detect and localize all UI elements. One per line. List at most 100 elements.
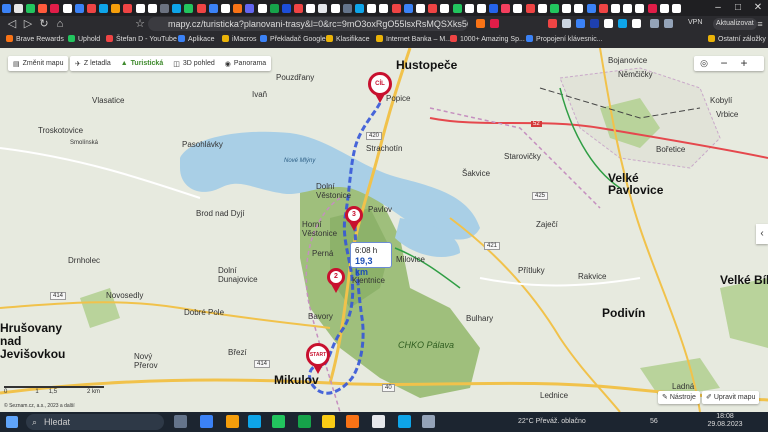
browser-tab[interactable] bbox=[184, 3, 194, 13]
browser-tab[interactable] bbox=[1, 3, 11, 13]
app-icon[interactable] bbox=[298, 415, 311, 428]
chrome-icon[interactable] bbox=[322, 415, 335, 428]
browser-tab[interactable] bbox=[220, 3, 230, 13]
bookmark-icon[interactable]: ☆ bbox=[132, 16, 148, 32]
browser-tab[interactable] bbox=[403, 3, 413, 13]
taskbar-search[interactable]: ⌕ Hledat bbox=[26, 414, 164, 430]
reload-icon[interactable]: ↻ bbox=[36, 16, 52, 32]
browser-tab[interactable] bbox=[135, 3, 145, 13]
locate-icon[interactable]: ◎ bbox=[694, 56, 714, 71]
browser-tab[interactable] bbox=[537, 3, 547, 13]
brave-shield-icon[interactable] bbox=[476, 19, 485, 28]
browser-tab[interactable] bbox=[635, 3, 645, 13]
panorama-button[interactable]: ◉ Panorama bbox=[220, 56, 271, 71]
bookmark-item[interactable]: iMacros bbox=[222, 32, 257, 48]
app-icon[interactable] bbox=[248, 415, 261, 428]
app-icon[interactable] bbox=[226, 415, 239, 428]
brave-icon[interactable] bbox=[346, 415, 359, 428]
browser-tab[interactable] bbox=[62, 3, 72, 13]
forward-icon[interactable]: ▷ bbox=[20, 16, 36, 32]
browser-tab[interactable] bbox=[391, 3, 401, 13]
browser-tab[interactable] bbox=[355, 3, 365, 13]
bookmark-item[interactable]: Štefan D - YouTube bbox=[106, 32, 177, 48]
browser-tab[interactable] bbox=[476, 3, 486, 13]
browser-tab[interactable] bbox=[513, 3, 523, 13]
browser-tab[interactable] bbox=[172, 3, 182, 13]
3d-view-button[interactable]: ◫ 3D pohled bbox=[168, 56, 220, 71]
edit-map-button[interactable]: ✐ Upravit mapu bbox=[702, 391, 760, 404]
change-map-button[interactable]: ▤ Změnit mapu bbox=[8, 56, 69, 71]
home-icon[interactable]: ⌂ bbox=[52, 16, 68, 32]
route-info-bubble[interactable]: 6:08 h 19,3 km bbox=[350, 242, 392, 277]
map-canvas[interactable]: Pouzdřany Popice Strachotín Šakvice Star… bbox=[0, 48, 768, 412]
browser-tab[interactable] bbox=[111, 3, 121, 13]
extension-icon[interactable] bbox=[576, 19, 585, 28]
minimize-button[interactable]: – bbox=[708, 0, 728, 16]
bookmark-item[interactable]: Aplikace bbox=[178, 32, 214, 48]
menu-icon[interactable]: ≡ bbox=[752, 16, 768, 32]
browser-tab[interactable] bbox=[647, 3, 657, 13]
extension-icon[interactable] bbox=[590, 19, 599, 28]
browser-tab[interactable] bbox=[74, 3, 84, 13]
tourist-map-button[interactable]: ▲ Turistická bbox=[116, 56, 169, 71]
browser-tab[interactable] bbox=[13, 3, 23, 13]
browser-tab[interactable] bbox=[598, 3, 608, 13]
browser-tab[interactable] bbox=[501, 3, 511, 13]
browser-tab[interactable] bbox=[330, 3, 340, 13]
browser-tab[interactable] bbox=[233, 3, 243, 13]
bookmark-item[interactable]: 1000+ Amazing Sp... bbox=[450, 32, 525, 48]
extension-icon[interactable] bbox=[618, 19, 627, 28]
browser-tab[interactable] bbox=[99, 3, 109, 13]
browser-tab[interactable] bbox=[415, 3, 425, 13]
browser-tab[interactable] bbox=[440, 3, 450, 13]
finish-pin[interactable]: CÍL bbox=[368, 72, 392, 103]
zoom-in-button[interactable]: + bbox=[734, 56, 754, 71]
wallet-icon[interactable] bbox=[664, 19, 673, 28]
browser-tab[interactable] bbox=[281, 3, 291, 13]
brave-rewards-icon[interactable] bbox=[490, 19, 499, 28]
close-window-button[interactable]: ✕ bbox=[748, 0, 768, 16]
app-icon[interactable] bbox=[272, 415, 285, 428]
browser-tab[interactable] bbox=[671, 3, 681, 13]
browser-tab[interactable] bbox=[50, 3, 60, 13]
browser-tab[interactable] bbox=[306, 3, 316, 13]
start-icon[interactable] bbox=[6, 416, 18, 428]
browser-tab[interactable] bbox=[464, 3, 474, 13]
update-button[interactable]: Aktualizovat bbox=[713, 18, 757, 30]
browser-tab[interactable] bbox=[123, 3, 133, 13]
browser-tab[interactable] bbox=[623, 3, 633, 13]
maximize-button[interactable]: □ bbox=[728, 0, 748, 16]
browser-tab[interactable] bbox=[318, 3, 328, 13]
browser-tab[interactable] bbox=[428, 3, 438, 13]
other-bookmarks[interactable]: Ostatní záložky bbox=[708, 32, 766, 48]
browser-tab[interactable] bbox=[342, 3, 352, 13]
browser-tab[interactable] bbox=[452, 3, 462, 13]
browser-tab[interactable] bbox=[610, 3, 620, 13]
browser-tab[interactable] bbox=[550, 3, 560, 13]
browser-tab[interactable] bbox=[562, 3, 572, 13]
browser-tab[interactable] bbox=[245, 3, 255, 13]
tray-badge[interactable]: 56 bbox=[650, 412, 658, 432]
browser-tab[interactable] bbox=[257, 3, 267, 13]
waypoint-pin-3[interactable]: 3 bbox=[345, 206, 363, 231]
browser-tab[interactable] bbox=[38, 3, 48, 13]
app-icon[interactable] bbox=[422, 415, 435, 428]
zoom-out-button[interactable]: − bbox=[714, 56, 734, 71]
app-icon[interactable] bbox=[372, 415, 385, 428]
waypoint-pin-2[interactable]: 2 bbox=[327, 268, 345, 293]
task-view-icon[interactable] bbox=[174, 415, 187, 428]
aerial-map-button[interactable]: ✈ Z letadla bbox=[70, 56, 116, 71]
browser-tab[interactable] bbox=[25, 3, 35, 13]
vpn-button[interactable]: VPN bbox=[688, 19, 702, 26]
browser-tab[interactable] bbox=[489, 3, 499, 13]
bookmark-item[interactable]: Klasifikace bbox=[326, 32, 369, 48]
bookmark-item[interactable]: Brave Rewards bbox=[6, 32, 64, 48]
clock[interactable]: 18:08 29.08.2023 bbox=[706, 413, 744, 429]
tools-button[interactable]: ✎ Nástroje bbox=[658, 391, 700, 404]
browser-tab[interactable] bbox=[147, 3, 157, 13]
url-input[interactable]: mapy.cz/turisticka?planovani-trasy&l=0&r… bbox=[148, 17, 468, 31]
browser-tab[interactable] bbox=[367, 3, 377, 13]
browser-tab[interactable] bbox=[586, 3, 596, 13]
browser-tab[interactable] bbox=[574, 3, 584, 13]
start-pin[interactable]: START bbox=[306, 343, 330, 374]
